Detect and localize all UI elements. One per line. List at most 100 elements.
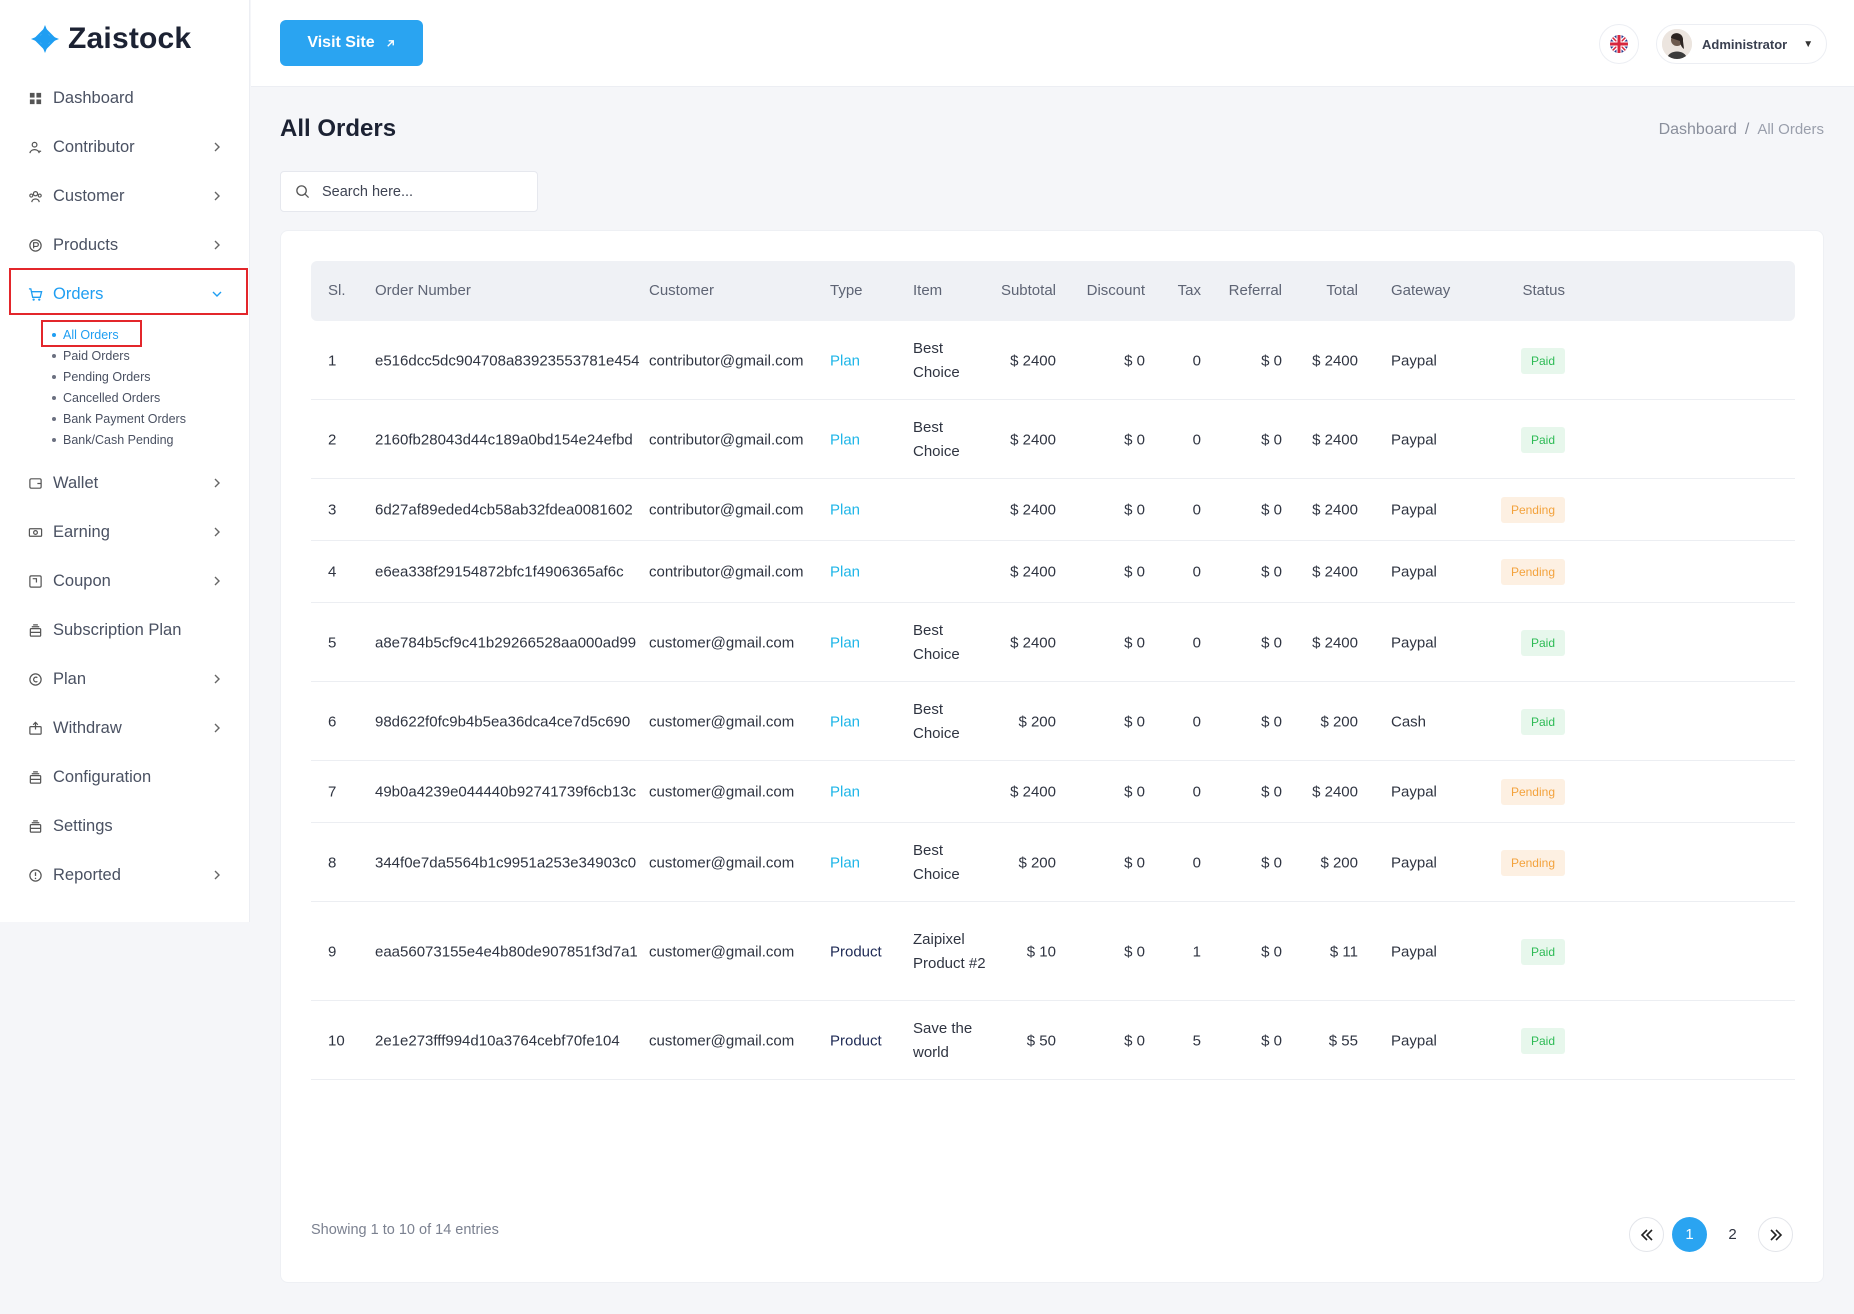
sidebar-item-withdraw[interactable]: Withdraw	[0, 704, 250, 753]
column-header-total[interactable]: Total	[1326, 261, 1358, 321]
cell-referral: $ 0	[1261, 1032, 1282, 1049]
cell-referral: $ 0	[1261, 352, 1282, 369]
cell-discount: $ 0	[1124, 563, 1145, 581]
cell-type: Plan	[830, 563, 861, 581]
status-cell: Pending	[1500, 849, 1565, 876]
page-button-2[interactable]: 2	[1715, 1217, 1750, 1252]
cell-discount: $ 0	[1124, 431, 1145, 448]
search-input[interactable]	[320, 182, 520, 201]
table-row[interactable]: 3 6d27af89eded4cb58ab32fdea0081602 contrib…	[311, 479, 1795, 541]
table-row[interactable]: 9 eaa56073155e4e4b80de907851f3d7a1 custome…	[311, 902, 1795, 1001]
column-header-subtotal[interactable]: Subtotal	[1001, 261, 1056, 321]
visit-site-button[interactable]: Visit Site	[280, 20, 423, 66]
breadcrumb: Dashboard / All Orders	[1659, 121, 1824, 139]
chevron-right-icon	[214, 142, 220, 152]
sidebar-item-reported[interactable]: Reported	[0, 851, 250, 900]
table-header: Sl. Order Number Customer Type Item Subtotal D…	[311, 261, 1795, 321]
sidebar-item-plan[interactable]: Plan	[0, 655, 250, 704]
cell-referral: $ 0	[1261, 854, 1282, 871]
cell-order: 2e1e273fff994d10a3764cebf70fe104	[375, 1032, 620, 1049]
table-row[interactable]: 10 2e1e273fff994d10a3764cebf70fe104 custom…	[311, 1001, 1795, 1080]
cell-type: Product	[830, 1032, 882, 1049]
sidebar-item-label: Dashboard	[53, 89, 134, 107]
page-button-1[interactable]: 1	[1672, 1217, 1707, 1252]
table-row[interactable]: 5 a8e784b5cf9c41b29266528aa000ad99 custome…	[311, 603, 1795, 682]
column-header-status[interactable]: Status	[1522, 261, 1565, 321]
cell-order: 2160fb28043d44c189a0bd154e24efbd	[375, 431, 633, 448]
logo-icon	[31, 25, 59, 53]
cell-gateway: Paypal	[1391, 943, 1437, 960]
cell-subtotal: $ 2400	[1010, 563, 1056, 581]
cell-customer: customer@gmail.com	[649, 783, 795, 801]
last-page-button[interactable]	[1758, 1217, 1793, 1252]
money-icon	[27, 525, 43, 541]
search-box	[280, 171, 538, 212]
breadcrumb-dashboard[interactable]: Dashboard	[1659, 121, 1737, 139]
table-row[interactable]: 2 2160fb28043d44c189a0bd154e24efbd contrib…	[311, 400, 1795, 479]
submenu-item-all-orders[interactable]: All Orders	[0, 324, 250, 345]
language-switcher[interactable]	[1599, 24, 1639, 64]
cell-discount: $ 0	[1124, 634, 1145, 651]
sidebar-item-dashboard[interactable]: Dashboard	[0, 74, 250, 123]
first-page-button[interactable]	[1629, 1217, 1664, 1252]
sidebar-item-label: Contributor	[53, 138, 135, 156]
column-header-tax[interactable]: Tax	[1178, 261, 1201, 321]
status-badge: Pending	[1500, 497, 1565, 523]
submenu-item-label: Bank/Cash Pending	[63, 432, 174, 447]
bullet-icon	[52, 374, 56, 379]
page-title: All Orders	[280, 115, 397, 142]
sidebar-item-products[interactable]: Products	[0, 221, 250, 270]
sidebar-item-orders[interactable]: Orders	[0, 270, 250, 319]
cell-order: e6ea338f29154872bfc1f4906365af6c	[375, 563, 624, 581]
submenu-item-bank-cash-pending[interactable]: Bank/Cash Pending	[0, 429, 250, 450]
cell-customer: contributor@gmail.com	[649, 563, 804, 581]
bullet-icon	[52, 437, 56, 442]
column-header-customer[interactable]: Customer	[649, 261, 714, 321]
cell-customer: customer@gmail.com	[649, 1032, 795, 1049]
submenu-item-pending-orders[interactable]: Pending Orders	[0, 366, 250, 387]
column-header-sl[interactable]: Sl.	[328, 261, 346, 321]
sidebar-item-contributor[interactable]: Contributor	[0, 123, 250, 172]
sidebar-item-label: Products	[53, 236, 119, 254]
column-header-referral[interactable]: Referral	[1229, 261, 1282, 321]
cell-total: $ 2400	[1312, 783, 1358, 801]
cell-order: e516dcc5dc904708a83923553781e454	[375, 352, 640, 369]
status-badge: Paid	[1520, 629, 1565, 656]
sidebar-item-earning[interactable]: Earning	[0, 508, 250, 557]
table-row[interactable]: 4 e6ea338f29154872bfc1f4906365af6c contrib…	[311, 541, 1795, 603]
cell-gateway: Paypal	[1391, 854, 1437, 871]
column-header-gateway[interactable]: Gateway	[1391, 261, 1450, 321]
sidebar-nav-secondary: Wallet Earning Coupon Subscription Plan Plan…	[0, 459, 250, 900]
user-menu[interactable]: Administrator ▼	[1656, 24, 1827, 64]
submenu-item-bank-payment-orders[interactable]: Bank Payment Orders	[0, 408, 250, 429]
column-header-item[interactable]: Item	[913, 261, 942, 321]
table-row[interactable]: 8 344f0e7da5564b1c9951a253e34903c0 custome…	[311, 823, 1795, 902]
table-row[interactable]: 6 98d622f0fc9b4b5ea36dca4ce7d5c690 custome…	[311, 682, 1795, 761]
sidebar-item-coupon[interactable]: Coupon	[0, 557, 250, 606]
submenu-item-paid-orders[interactable]: Paid Orders	[0, 345, 250, 366]
cell-item: Best Choice	[913, 339, 960, 381]
column-header-discount[interactable]: Discount	[1087, 261, 1145, 321]
sidebar-item-customer[interactable]: Customer	[0, 172, 250, 221]
cell-total: $ 200	[1320, 854, 1358, 871]
breadcrumb-current: All Orders	[1757, 121, 1824, 138]
submenu-item-cancelled-orders[interactable]: Cancelled Orders	[0, 387, 250, 408]
cell-type: Plan	[830, 352, 861, 369]
sidebar-item-settings[interactable]: Settings	[0, 802, 250, 851]
column-header-order-number[interactable]: Order Number	[375, 261, 471, 321]
bullet-icon	[52, 353, 56, 358]
brand-logo[interactable]: Zaistock	[30, 22, 191, 56]
column-header-type[interactable]: Type	[830, 261, 863, 321]
bullet-icon	[52, 416, 56, 421]
status-badge: Paid	[1520, 938, 1565, 965]
cell-sl: 1	[328, 352, 337, 369]
sidebar-item-configuration[interactable]: Configuration	[0, 753, 250, 802]
sidebar-item-wallet[interactable]: Wallet	[0, 459, 250, 508]
status-cell: Paid	[1520, 629, 1565, 656]
table-row[interactable]: 7 49b0a4239e044440b92741739f6cb13c custome…	[311, 761, 1795, 823]
cell-sl: 3	[328, 501, 337, 519]
pagination: 1 2	[1629, 1217, 1793, 1252]
sidebar-item-subscription-plan[interactable]: Subscription Plan	[0, 606, 250, 655]
external-link-icon	[386, 39, 394, 47]
table-row[interactable]: 1 e516dcc5dc904708a83923553781e454 contrib…	[311, 321, 1795, 400]
